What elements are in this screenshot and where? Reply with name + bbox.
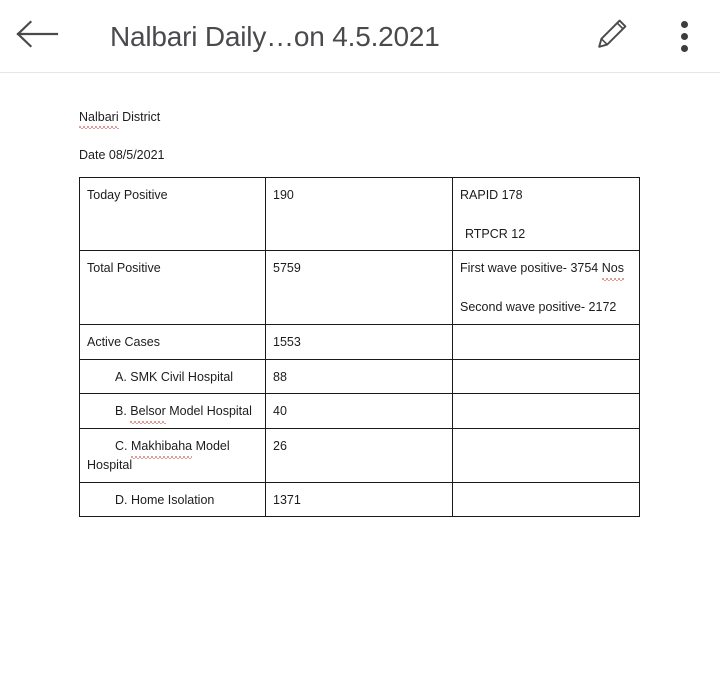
row-notes-cell xyxy=(452,358,640,395)
row-notes-cell: First wave positive- 3754 Nos Second wav… xyxy=(452,250,640,325)
row-notes-cell xyxy=(452,428,640,483)
app-bar: Nalbari Daily…on 4.5.2021 xyxy=(0,0,720,80)
row-value-cell: 1371 xyxy=(265,481,453,518)
document-content: Nalbari District Date 08/5/2021 Today Po… xyxy=(0,73,720,518)
more-vertical-icon xyxy=(680,20,688,52)
row-label-cell: A. SMK Civil Hospital xyxy=(79,358,266,395)
document-heading: Nalbari District xyxy=(79,109,720,129)
row-note: RTPCR 12 xyxy=(465,226,526,241)
edit-button[interactable] xyxy=(576,0,648,73)
row-label-cell: B. Belsor Model Hospital xyxy=(79,393,266,429)
row-value-cell: 26 xyxy=(265,428,453,483)
row-note: RAPID 178 xyxy=(460,187,523,202)
row-label: Total Positive xyxy=(87,261,161,276)
back-arrow-icon xyxy=(14,17,60,56)
table-row: B. Belsor Model Hospital 40 xyxy=(79,393,640,429)
row-label-cell: D. Home Isolation xyxy=(79,481,266,518)
row-value-cell: 5759 xyxy=(265,250,453,325)
row-notes-cell xyxy=(452,323,640,360)
row-label: Today Positive xyxy=(87,187,168,202)
row-label: B. Belsor Model Hospital xyxy=(87,402,258,424)
spellcheck-word-nalbari: Nalbari xyxy=(79,110,119,129)
document-date: Date 08/5/2021 xyxy=(79,147,165,162)
more-options-button[interactable] xyxy=(648,0,720,73)
row-notes-cell xyxy=(452,393,640,429)
row-note: Second wave positive- 2172 xyxy=(460,300,617,314)
row-label-cell: Today Positive xyxy=(79,176,266,252)
row-value-cell: 88 xyxy=(265,358,453,395)
row-note: First wave positive- 3754 Nos xyxy=(460,259,632,281)
document-page: Nalbari District Date 08/5/2021 Today Po… xyxy=(0,73,720,685)
row-value: 88 xyxy=(273,369,287,384)
row-value: 1553 xyxy=(273,334,301,349)
row-notes-cell xyxy=(452,481,640,518)
table-row: C. Makhibaha Model Hospital 26 xyxy=(79,428,640,483)
row-value: 5759 xyxy=(273,261,301,276)
row-label-cell: C. Makhibaha Model Hospital xyxy=(79,428,266,483)
row-label-cell: Total Positive xyxy=(79,250,266,325)
spellcheck-word-nos: Nos xyxy=(601,259,625,281)
pencil-icon xyxy=(593,15,631,58)
row-value: 190 xyxy=(273,187,294,202)
spellcheck-word-belsor: Belsor xyxy=(130,402,167,424)
row-label: A. SMK Civil Hospital xyxy=(115,369,234,384)
row-label: C. Makhibaha Model xyxy=(87,437,258,459)
row-value: 1371 xyxy=(273,492,301,507)
table-row: D. Home Isolation 1371 xyxy=(79,481,640,518)
row-label: D. Home Isolation xyxy=(115,492,215,507)
row-value-cell: 40 xyxy=(265,393,453,429)
table-row: Today Positive 190 RAPID 178 RTPCR 12 xyxy=(79,176,640,252)
covid-stats-table: Today Positive 190 RAPID 178 RTPCR 12 To… xyxy=(79,176,640,518)
table-row: A. SMK Civil Hospital 88 xyxy=(79,358,640,395)
back-button[interactable] xyxy=(0,0,74,73)
row-value-cell: 190 xyxy=(265,176,453,252)
row-label: Active Cases xyxy=(87,334,160,349)
table-row: Total Positive 5759 First wave positive-… xyxy=(79,250,640,325)
page-title: Nalbari Daily…on 4.5.2021 xyxy=(110,20,440,52)
row-value: 40 xyxy=(273,404,287,419)
row-value-cell: 1553 xyxy=(265,323,453,360)
spellcheck-word-makhibaha: Makhibaha xyxy=(130,437,193,459)
row-notes-cell: RAPID 178 RTPCR 12 xyxy=(452,176,640,252)
row-value: 26 xyxy=(273,439,287,453)
heading-rest: District xyxy=(118,110,161,124)
table-row: Active Cases 1553 xyxy=(79,323,640,360)
row-label-cell: Active Cases xyxy=(79,323,266,360)
